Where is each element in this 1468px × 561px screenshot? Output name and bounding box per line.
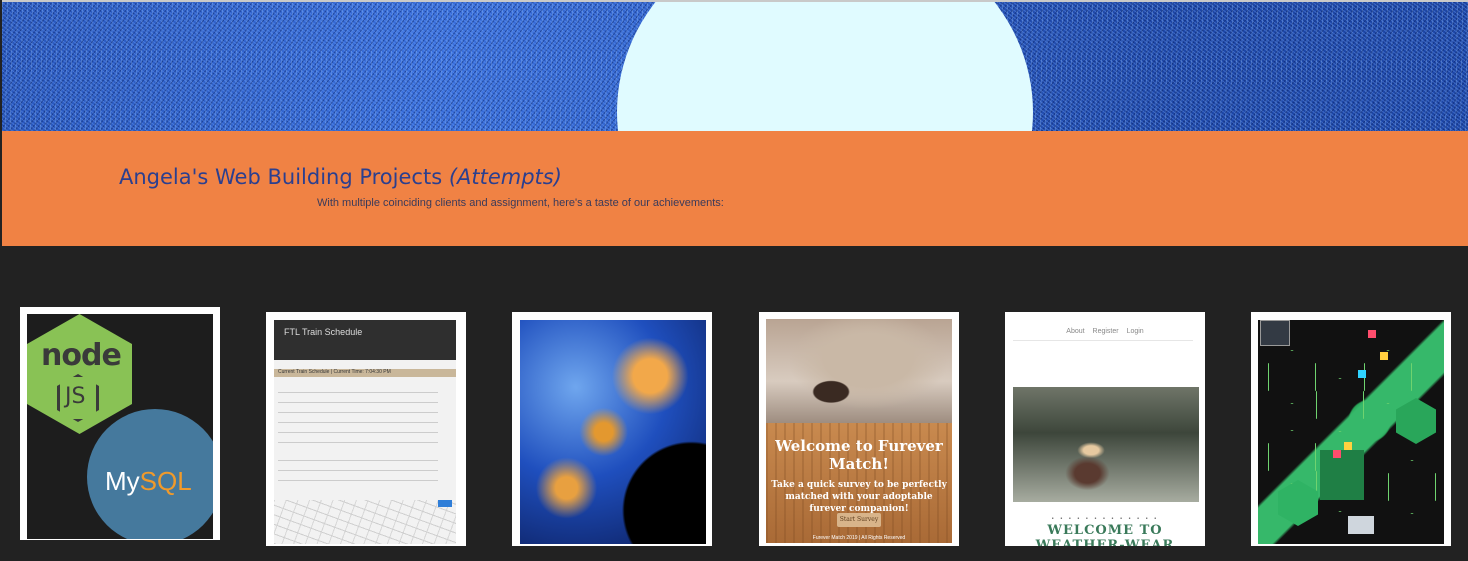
furever-title: Welcome to Furever Match!: [775, 437, 943, 473]
page-title: Angela's Web Building Projects (Attempts…: [119, 165, 562, 189]
table-row: [278, 432, 438, 433]
isometric-thumbnail: [1258, 320, 1444, 544]
weather-hero-photo: [1013, 387, 1199, 502]
project-card-furever-match[interactable]: Welcome to Furever Match! Take a quick s…: [759, 312, 959, 546]
submit-button: [438, 500, 452, 507]
weather-title: WELCOME TO WEATHER-WEAR: [1035, 523, 1175, 546]
project-gallery: node JS MySQL FTL Train Schedule Current…: [0, 246, 1468, 561]
kitten-photo: [766, 319, 952, 423]
hero-moon-circle: [617, 2, 1033, 131]
hex-outline: [1388, 460, 1436, 514]
project-card-train-schedule[interactable]: FTL Train Schedule Current Train Schedul…: [266, 312, 466, 546]
nav-about: About: [1066, 328, 1085, 335]
project-thumbnail: About Register Login • • • • • • • • • •…: [1007, 312, 1203, 546]
hex-outline: [1268, 430, 1316, 484]
hex-outline: [1268, 350, 1316, 404]
hero-banner-image: [2, 0, 1468, 131]
project-thumbnail: node JS MySQL: [27, 314, 213, 539]
table-row: [278, 480, 438, 481]
cube-icon: [1368, 330, 1376, 338]
nav-divider: [1013, 340, 1193, 341]
project-card-isometric[interactable]: [1251, 312, 1451, 546]
cube-icon: [1380, 352, 1388, 360]
fractal-thumbnail: [520, 320, 706, 544]
furever-subtitle: Take a quick survey to be perfectly matc…: [771, 480, 947, 514]
page-title-italic: (Attempts): [448, 165, 562, 189]
mysql-logo-text: MySQL: [105, 466, 192, 497]
start-survey-button: Start Survey: [837, 513, 881, 527]
table-row: [278, 412, 438, 413]
table-row: [278, 402, 438, 403]
weather-nav: About Register Login: [1007, 328, 1203, 335]
green-block: [1278, 480, 1318, 526]
train-header-image: FTL Train Schedule: [274, 320, 456, 360]
green-block: [1320, 450, 1364, 500]
table-row: [278, 422, 438, 423]
cube-icon: [1333, 450, 1341, 458]
train-page-title: FTL Train Schedule: [284, 327, 363, 337]
cube-icon: [1260, 320, 1290, 346]
cube-icon: [1344, 442, 1352, 450]
laptop-icon: [1348, 516, 1374, 534]
table-row: [278, 392, 438, 393]
nav-register: Register: [1092, 328, 1119, 335]
table-row: [278, 470, 438, 471]
nav-login: Login: [1126, 328, 1144, 335]
carousel-dots: • • • • • • • • • • • • •: [1051, 516, 1159, 522]
project-card-fractal[interactable]: [512, 312, 712, 546]
train-schedule-bar: Current Train Schedule | Current Time: 7…: [274, 369, 456, 377]
js-logo-text: JS: [65, 384, 86, 409]
page-title-main: Angela's Web Building Projects: [119, 165, 443, 189]
project-thumbnail: FTL Train Schedule Current Train Schedul…: [274, 320, 456, 544]
furever-footer: Furever Match 2019 | All Rights Reserved: [812, 535, 906, 541]
project-card-weather-wear[interactable]: About Register Login • • • • • • • • • •…: [1005, 312, 1205, 546]
table-row: [278, 460, 438, 461]
green-block: [1396, 398, 1436, 444]
project-thumbnail: Welcome to Furever Match! Take a quick s…: [766, 319, 952, 543]
mysql-logo-text-a: My: [105, 466, 140, 496]
mysql-logo-text-b: SQL: [139, 466, 192, 496]
map-background: [274, 500, 456, 544]
nodejs-logo-text: node: [41, 338, 122, 373]
train-schedule-bar-label: Current Train Schedule | Current Time: 7…: [278, 369, 391, 375]
hex-outline: [1316, 378, 1364, 432]
cube-icon: [1358, 370, 1366, 378]
table-row: [278, 442, 438, 443]
hex-outline: [1364, 350, 1412, 404]
page-subtitle: With multiple coinciding clients and ass…: [317, 197, 724, 209]
title-banner: Angela's Web Building Projects (Attempts…: [2, 131, 1468, 246]
project-card-node-mysql[interactable]: node JS MySQL: [20, 307, 220, 540]
